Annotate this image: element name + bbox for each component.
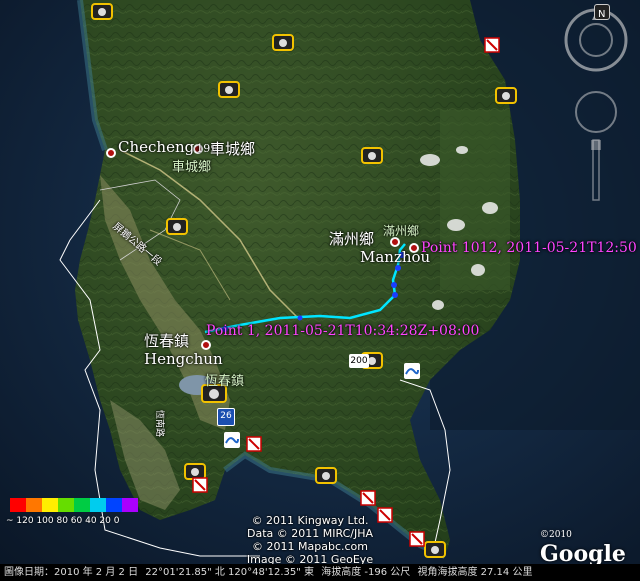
speed-legend-labels: ~ 120 100 80 60 40 20 0 [6, 516, 120, 526]
manzhou-label-en: Manzhou [360, 248, 431, 266]
speed-color-legend [10, 497, 138, 516]
checheng-label-zh: 車城鄉 [210, 140, 256, 158]
svg-text:N: N [598, 9, 605, 20]
manzhou-label-zh: 滿州鄉 [329, 230, 375, 248]
map-view[interactable]: N 200 26 Checheng 199 車城鄉 車城鄉 滿州鄉 滿州鄉 Man… [0, 0, 640, 581]
legend-swatch [122, 498, 138, 512]
satellite-terrain [0, 0, 640, 581]
cursor-coordinates: 22°01'21.85" 北 120°48'12.35" 東 [145, 567, 315, 578]
warning-sign-icon[interactable] [409, 531, 425, 547]
hengchun-label-zh: 恆春鎮 [144, 332, 190, 350]
eye-altitude-readout: 視角海拔高度 27.14 公里 [417, 567, 533, 578]
warning-sign-icon[interactable] [484, 37, 500, 53]
hengchun-label-zh-secondary: 恆春鎮 [205, 374, 245, 389]
north-compass-icon[interactable]: N [594, 4, 610, 20]
camera-icon[interactable] [315, 466, 337, 484]
google-logo: ©2010 Google [540, 522, 640, 567]
legend-swatch [106, 498, 122, 512]
route-shield-26: 26 [217, 408, 235, 426]
camera-icon[interactable] [218, 80, 240, 98]
road-label-secondary: 恆南路 [154, 410, 164, 438]
credit-line: © 2011 Mapabc.com [252, 540, 368, 553]
camera-icon[interactable] [272, 33, 294, 51]
imagery-date: 圖像日期：2010 年 2 月 2 日 [4, 567, 139, 578]
camera-icon[interactable] [361, 146, 383, 164]
warning-sign-icon[interactable] [360, 490, 376, 506]
navigation-controls[interactable] [560, 0, 632, 220]
elevation-readout: 海拔高度 -196 公尺 [321, 567, 411, 578]
manzhou-label-zh-secondary: 滿州鄉 [383, 224, 420, 238]
warning-sign-icon[interactable] [192, 477, 208, 493]
legend-swatch [10, 498, 26, 512]
track-end-label[interactable]: Point 1012, 2011-05-21T12:50 [421, 240, 637, 256]
credit-line: Data © 2011 MIRC/JHA [246, 527, 373, 540]
checheng-label-en: Checheng 199 [118, 138, 218, 156]
track-start-label[interactable]: Point 1, 2011-05-21T10:34:28Z+08:00 [206, 323, 479, 339]
warning-sign-icon[interactable] [246, 436, 262, 452]
legend-swatch [90, 498, 106, 512]
credit-line: © 2011 Kingway Ltd. [251, 514, 369, 527]
route-shield-200: 200 [349, 354, 369, 368]
checheng-coast-marker[interactable] [106, 148, 116, 158]
wave-icon[interactable] [223, 431, 241, 449]
status-bar: 圖像日期：2010 年 2 月 2 日 22°01'21.85" 北 120°4… [0, 564, 640, 581]
hengchun-marker[interactable] [201, 340, 211, 350]
legend-swatch [74, 498, 90, 512]
brand-copyright: ©2010 [540, 530, 572, 540]
camera-icon[interactable] [495, 86, 517, 104]
camera-icon[interactable] [166, 217, 188, 235]
camera-icon[interactable] [91, 2, 113, 20]
checheng-label-zh-secondary: 車城鄉 [172, 160, 212, 175]
legend-swatch [58, 498, 74, 512]
map-credits: © 2011 Kingway Ltd. Data © 2011 MIRC/JHA… [220, 514, 400, 566]
hengchun-label-en: Hengchun [144, 350, 223, 368]
legend-swatch [26, 498, 42, 512]
wave-icon[interactable] [403, 362, 421, 380]
camera-icon[interactable] [424, 540, 446, 558]
legend-swatch [42, 498, 58, 512]
